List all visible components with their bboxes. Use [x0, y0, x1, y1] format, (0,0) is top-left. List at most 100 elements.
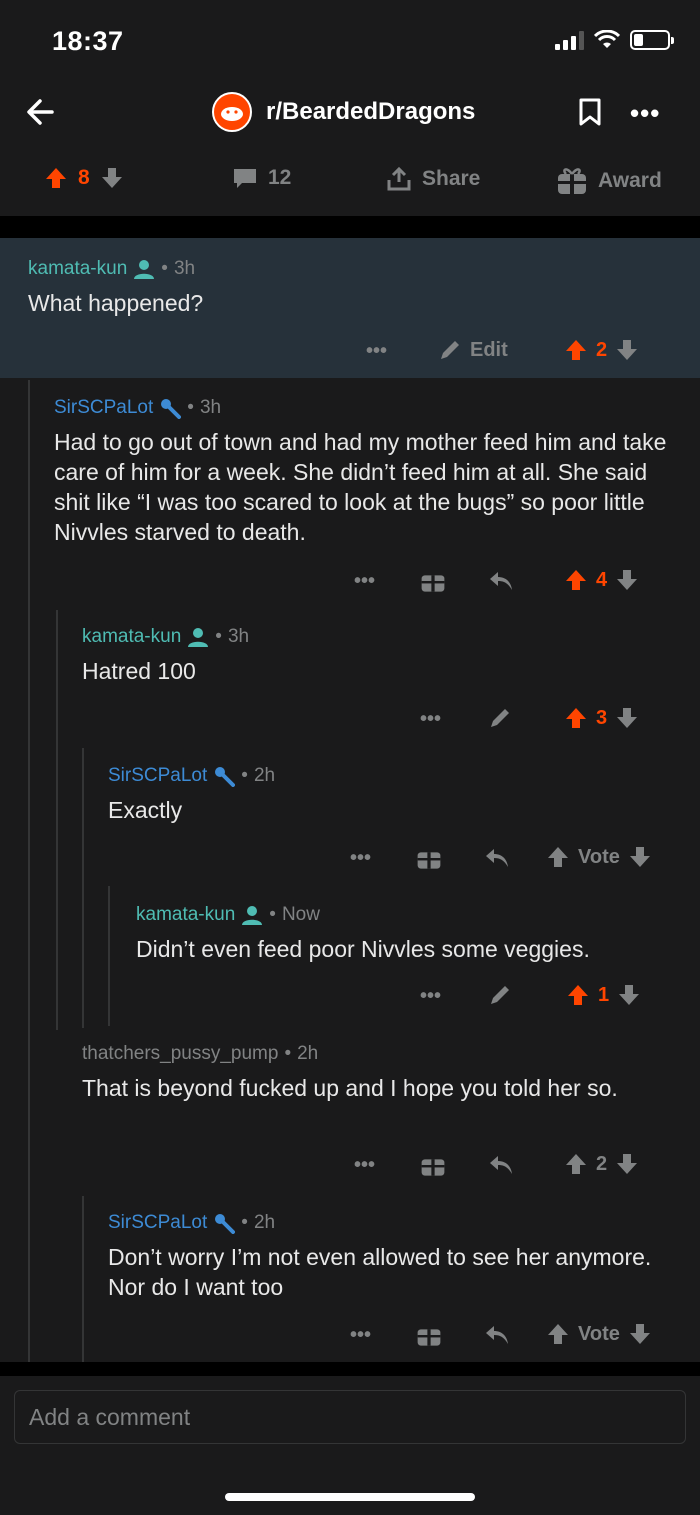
- comment-author[interactable]: SirSCPaLot: [54, 397, 153, 419]
- comment: kamata-kun • 3h Hatred 100: [82, 626, 672, 686]
- edit-button[interactable]: [488, 983, 512, 1007]
- comment-body: Hatred 100: [82, 658, 196, 684]
- reply-button[interactable]: [488, 1154, 514, 1176]
- subreddit-avatar: [212, 92, 252, 132]
- pencil-icon: [491, 986, 509, 1004]
- status-bar: 18:37: [0, 0, 700, 80]
- upvote-icon[interactable]: [564, 706, 588, 730]
- downvote-icon[interactable]: [628, 845, 652, 869]
- cellular-signal-icon: [555, 30, 584, 50]
- downvote-icon[interactable]: [615, 338, 639, 362]
- reply-icon: [486, 849, 508, 867]
- status-icons: [555, 30, 674, 50]
- gift-icon: [421, 1159, 445, 1176]
- more-options-icon[interactable]: •••: [354, 570, 375, 593]
- bookmark-icon[interactable]: [578, 98, 602, 126]
- award-button[interactable]: [416, 1322, 442, 1348]
- comment-author[interactable]: kamata-kun: [28, 258, 127, 280]
- upvote-icon[interactable]: [44, 166, 68, 190]
- post-score: 8: [78, 166, 90, 189]
- gift-icon: [421, 575, 445, 592]
- upvote-icon[interactable]: [564, 338, 588, 362]
- vote-label: Vote: [578, 1322, 620, 1345]
- comment-author[interactable]: kamata-kun: [136, 904, 235, 926]
- downvote-icon[interactable]: [628, 1322, 652, 1346]
- pencil-icon: [441, 341, 459, 359]
- microphone-icon: [215, 1214, 236, 1234]
- comment: thatchers_pussy_pump • 2h That is beyond…: [82, 1043, 672, 1103]
- post-action-bar: 8 12 Share Award: [0, 156, 700, 210]
- comment-score: 2: [596, 338, 608, 361]
- comment: SirSCPaLot • 2h Don’t worry I’m not even…: [108, 1212, 668, 1302]
- comment-vote-group: 4: [564, 568, 639, 592]
- share-button[interactable]: Share: [386, 166, 480, 192]
- upvote-icon[interactable]: [546, 1322, 570, 1346]
- comments-count: 12: [268, 166, 292, 189]
- upvote-icon[interactable]: [564, 1152, 588, 1176]
- downvote-icon[interactable]: [615, 706, 639, 730]
- comment-body: What happened?: [28, 290, 204, 316]
- upvote-icon[interactable]: [566, 983, 590, 1007]
- back-arrow-icon[interactable]: [22, 92, 62, 132]
- microphone-icon: [161, 399, 182, 419]
- composer-divider: [0, 1362, 700, 1376]
- comment-age: 2h: [253, 765, 276, 786]
- award-button[interactable]: Award: [556, 166, 662, 196]
- home-indicator[interactable]: [225, 1493, 475, 1501]
- comment-body: Didn’t even feed poor Nivvles some veggi…: [136, 936, 590, 962]
- comment-meta: SirSCPaLot • 2h: [108, 1212, 276, 1234]
- more-options-icon[interactable]: •••: [350, 1324, 371, 1347]
- award-button[interactable]: [420, 1152, 446, 1178]
- upvote-icon[interactable]: [546, 845, 570, 869]
- more-options-icon[interactable]: •••: [420, 708, 441, 731]
- reply-button[interactable]: [484, 1324, 510, 1346]
- comment-meta: kamata-kun • 3h: [28, 258, 196, 280]
- downvote-icon[interactable]: [615, 1152, 639, 1176]
- thread-line: [28, 380, 30, 1362]
- comment-age: Now: [281, 904, 320, 925]
- comment-author[interactable]: SirSCPaLot: [108, 765, 207, 787]
- more-options-icon[interactable]: •••: [366, 340, 387, 363]
- comment-author[interactable]: SirSCPaLot: [108, 1212, 207, 1234]
- downvote-icon[interactable]: [100, 166, 124, 190]
- comment: kamata-kun • 3h What happened?: [28, 258, 678, 318]
- edit-button[interactable]: Edit: [438, 338, 508, 362]
- comment-age: 3h: [173, 258, 196, 279]
- comment-bubble-icon: [234, 169, 256, 188]
- comments-count-button[interactable]: 12: [232, 166, 291, 190]
- more-options-icon[interactable]: •••: [630, 98, 660, 129]
- gift-icon: [417, 852, 441, 869]
- comment-author[interactable]: kamata-kun: [82, 626, 181, 648]
- more-options-icon[interactable]: •••: [420, 985, 441, 1008]
- award-button[interactable]: [420, 568, 446, 594]
- comment-body: Don’t worry I’m not even allowed to see …: [108, 1244, 652, 1300]
- reply-icon: [490, 1156, 512, 1174]
- post-vote-group: 8: [44, 166, 124, 190]
- comment-author[interactable]: thatchers_pussy_pump: [82, 1043, 278, 1065]
- comment-meta: kamata-kun • 3h: [82, 626, 250, 648]
- subreddit-name: r/BeardedDragons: [266, 98, 476, 125]
- reply-button[interactable]: [484, 847, 510, 869]
- battery-icon: [630, 30, 674, 50]
- upvote-icon[interactable]: [564, 568, 588, 592]
- more-options-icon[interactable]: •••: [350, 847, 371, 870]
- comment-vote-group: Vote: [546, 845, 652, 869]
- more-options-icon[interactable]: •••: [354, 1154, 375, 1177]
- comment-score: 4: [596, 568, 608, 591]
- reply-icon: [486, 1326, 508, 1344]
- comment-vote-group: Vote: [546, 1322, 652, 1346]
- comment-body: Had to go out of town and had my mother …: [54, 429, 667, 545]
- reply-button[interactable]: [488, 570, 514, 592]
- subreddit-header[interactable]: r/BeardedDragons: [212, 92, 475, 132]
- comment-score: 3: [596, 706, 608, 729]
- comment-meta: thatchers_pussy_pump • 2h: [82, 1043, 319, 1065]
- comment: SirSCPaLot • 3h Had to go out of town an…: [54, 397, 674, 547]
- user-icon: [242, 906, 263, 925]
- thread-line: [82, 1196, 84, 1362]
- downvote-icon[interactable]: [615, 568, 639, 592]
- comment-vote-group: 2: [564, 1152, 639, 1176]
- edit-button[interactable]: [488, 706, 512, 730]
- award-button[interactable]: [416, 845, 442, 871]
- add-comment-input[interactable]: [15, 1391, 685, 1443]
- downvote-icon[interactable]: [617, 983, 641, 1007]
